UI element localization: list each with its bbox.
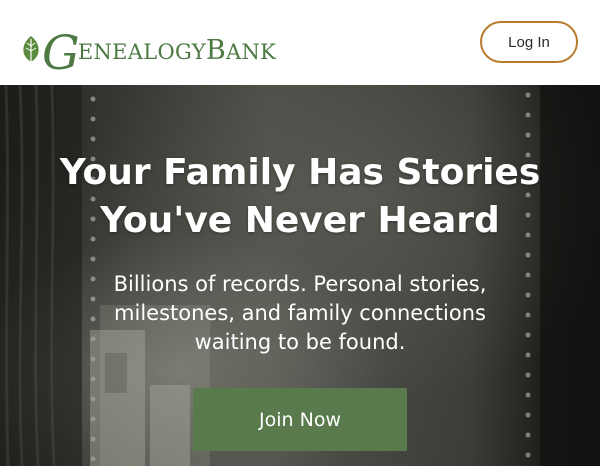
hero-section: Your Family Has Stories You've Never Hea…: [0, 85, 600, 466]
hero-headline-line-1: Your Family Has Stories: [59, 152, 541, 193]
hero-subtitle: Billions of records. Personal stories, m…: [113, 272, 487, 354]
login-button[interactable]: Log In: [480, 21, 578, 63]
hero-headline-line-2: You've Never Heard: [100, 200, 500, 241]
genealogybank-logo[interactable]: GENEALOGYBANK: [20, 14, 276, 77]
hero-headline: Your Family Has Stories You've Never Hea…: [0, 149, 600, 245]
site-header: GENEALOGYBANK Log In: [0, 0, 600, 85]
leaf-icon: [23, 36, 39, 62]
logo-wordmark: GENEALOGYBANK: [42, 26, 277, 81]
join-now-button[interactable]: Join Now: [193, 388, 407, 451]
